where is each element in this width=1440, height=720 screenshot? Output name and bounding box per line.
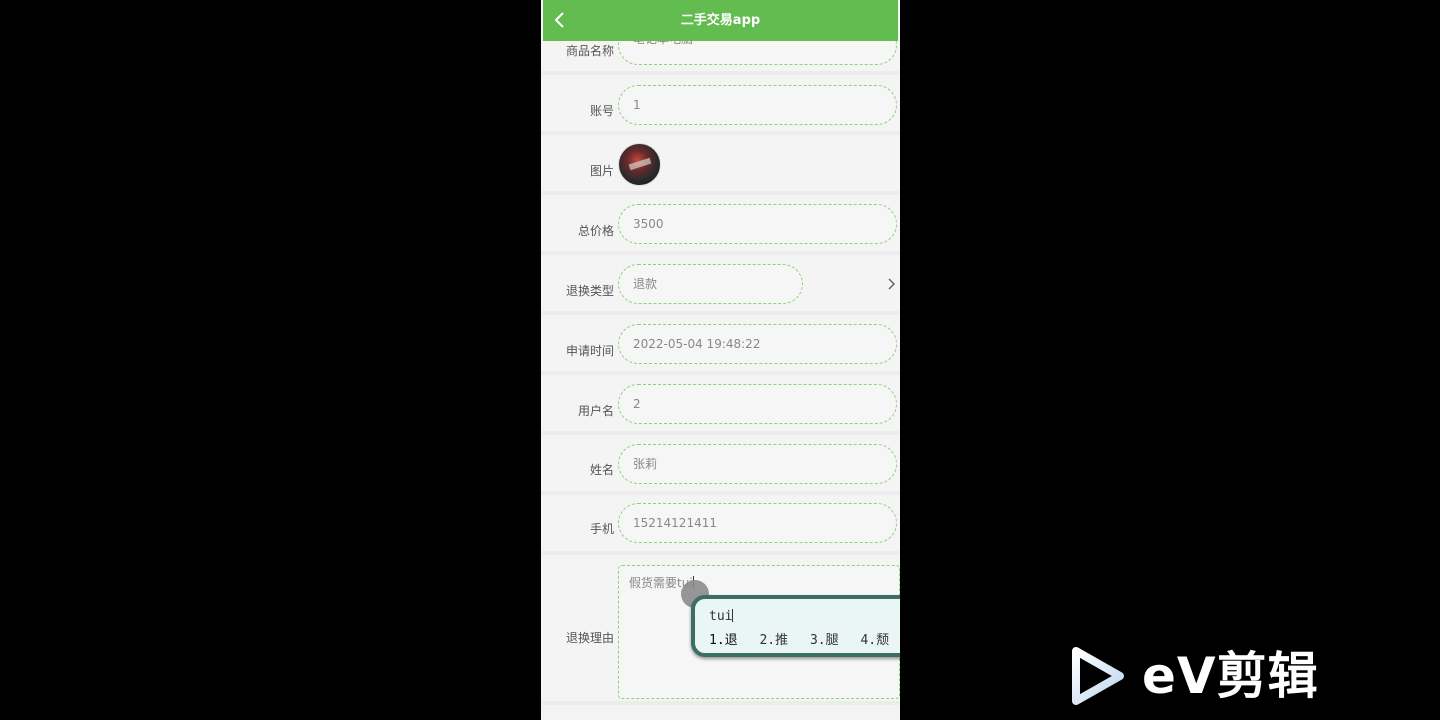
- row-product-name: 商品名称 笔记本电脑: [541, 41, 900, 75]
- row-return-type: 退换类型 退款: [541, 255, 900, 315]
- phone-screen: 二手交易app 商品名称 笔记本电脑 账号 1 图片 总价格 3500 退换类型…: [541, 0, 900, 720]
- account-field[interactable]: 1: [618, 85, 897, 125]
- ime-candidate-popup[interactable]: tui 1.退 2.推 3.腿 4.颓 5.: [691, 595, 900, 657]
- ime-candidate[interactable]: 4.颓: [860, 633, 889, 648]
- row-total-price: 总价格 3500: [541, 195, 900, 255]
- account-label: 账号: [589, 104, 614, 118]
- ime-candidate[interactable]: 3.腿: [810, 633, 839, 648]
- ime-candidate-list: 1.退 2.推 3.腿 4.颓 5.: [709, 629, 900, 648]
- ime-candidate[interactable]: 1.退: [709, 633, 738, 648]
- product-image-thumbnail[interactable]: [618, 143, 661, 186]
- row-account: 账号 1: [541, 75, 900, 135]
- row-username: 用户名 2: [541, 375, 900, 435]
- name-field[interactable]: 张莉: [618, 444, 897, 484]
- row-apply-time: 申请时间 2022-05-04 19:48:22: [541, 315, 900, 375]
- return-type-select[interactable]: 退款: [618, 264, 803, 304]
- username-field[interactable]: 2: [618, 384, 897, 424]
- name-label: 姓名: [589, 463, 614, 477]
- total-price-field[interactable]: 3500: [618, 204, 897, 244]
- reason-label: 退换理由: [565, 631, 614, 645]
- ime-candidate[interactable]: 2.推: [759, 633, 788, 648]
- row-name: 姓名 张莉: [541, 435, 900, 495]
- image-label: 图片: [589, 164, 614, 178]
- phone-label: 手机: [589, 522, 614, 536]
- apply-time-field[interactable]: 2022-05-04 19:48:22: [618, 324, 897, 364]
- app-header: 二手交易app: [543, 0, 898, 41]
- row-image: 图片: [541, 135, 900, 195]
- total-price-label: 总价格: [577, 224, 614, 238]
- page-title: 二手交易app: [680, 13, 761, 28]
- play-logo-icon: [1072, 647, 1124, 705]
- watermark-text: eV剪辑: [1142, 647, 1319, 705]
- product-name-field[interactable]: 笔记本电脑: [618, 41, 897, 65]
- product-name-label: 商品名称: [565, 44, 614, 58]
- ev-watermark: eV剪辑: [1070, 645, 1330, 707]
- row-phone: 手机 15214121411: [541, 495, 900, 555]
- return-type-label: 退换类型: [565, 284, 614, 298]
- chevron-right-icon[interactable]: [886, 277, 896, 291]
- apply-time-label: 申请时间: [565, 344, 614, 358]
- username-label: 用户名: [577, 404, 614, 418]
- ime-pinyin-input: tui: [709, 609, 734, 624]
- phone-field[interactable]: 15214121411: [618, 503, 897, 543]
